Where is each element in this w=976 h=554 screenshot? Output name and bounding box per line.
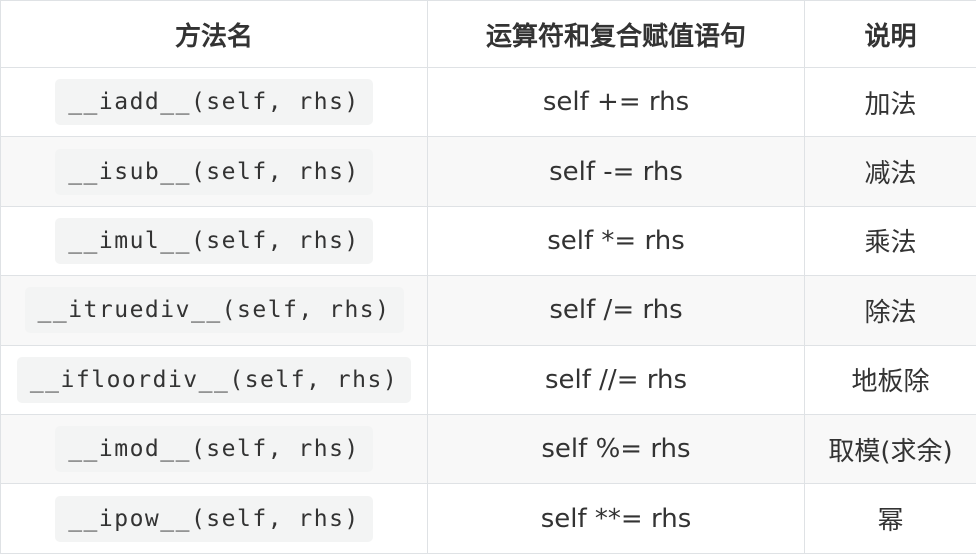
description-cell: 地板除: [805, 345, 976, 414]
method-cell: __itruediv__(self, rhs): [1, 276, 428, 345]
table-row: __imul__(self, rhs) self *= rhs 乘法: [1, 206, 976, 275]
description-cell: 取模(求余): [805, 414, 976, 483]
method-cell: __ipow__(self, rhs): [1, 484, 428, 553]
method-code: __imod__(self, rhs): [55, 426, 373, 472]
operator-cell: self **= rhs: [428, 484, 805, 553]
description-cell: 除法: [805, 276, 976, 345]
table-row: __ifloordiv__(self, rhs) self //= rhs 地板…: [1, 345, 976, 414]
table-row: __itruediv__(self, rhs) self /= rhs 除法: [1, 276, 976, 345]
table-body: __iadd__(self, rhs) self += rhs 加法 __isu…: [1, 68, 976, 554]
method-code: __itruediv__(self, rhs): [25, 287, 404, 333]
table-header: 方法名 运算符和复合赋值语句 说明: [1, 1, 976, 68]
header-row: 方法名 运算符和复合赋值语句 说明: [1, 1, 976, 68]
table-row: __imod__(self, rhs) self %= rhs 取模(求余): [1, 414, 976, 483]
table-row: __isub__(self, rhs) self -= rhs 减法: [1, 137, 976, 206]
header-description: 说明: [805, 1, 976, 68]
method-code: __ipow__(self, rhs): [55, 496, 373, 542]
method-cell: __imul__(self, rhs): [1, 206, 428, 275]
operator-cell: self %= rhs: [428, 414, 805, 483]
operator-cell: self -= rhs: [428, 137, 805, 206]
operator-cell: self *= rhs: [428, 206, 805, 275]
method-cell: __ifloordiv__(self, rhs): [1, 345, 428, 414]
method-code: __iadd__(self, rhs): [55, 79, 373, 125]
description-cell: 幂: [805, 484, 976, 553]
method-cell: __iadd__(self, rhs): [1, 68, 428, 137]
header-operator: 运算符和复合赋值语句: [428, 1, 805, 68]
operator-cell: self //= rhs: [428, 345, 805, 414]
method-code: __isub__(self, rhs): [55, 149, 373, 195]
header-method: 方法名: [1, 1, 428, 68]
description-cell: 减法: [805, 137, 976, 206]
description-cell: 加法: [805, 68, 976, 137]
table-row: __ipow__(self, rhs) self **= rhs 幂: [1, 484, 976, 553]
table-row: __iadd__(self, rhs) self += rhs 加法: [1, 68, 976, 137]
operator-cell: self /= rhs: [428, 276, 805, 345]
method-cell: __isub__(self, rhs): [1, 137, 428, 206]
method-cell: __imod__(self, rhs): [1, 414, 428, 483]
operator-cell: self += rhs: [428, 68, 805, 137]
description-cell: 乘法: [805, 206, 976, 275]
method-code: __imul__(self, rhs): [55, 218, 373, 264]
operator-table: 方法名 运算符和复合赋值语句 说明 __iadd__(self, rhs) se…: [0, 0, 976, 554]
method-code: __ifloordiv__(self, rhs): [17, 357, 411, 403]
